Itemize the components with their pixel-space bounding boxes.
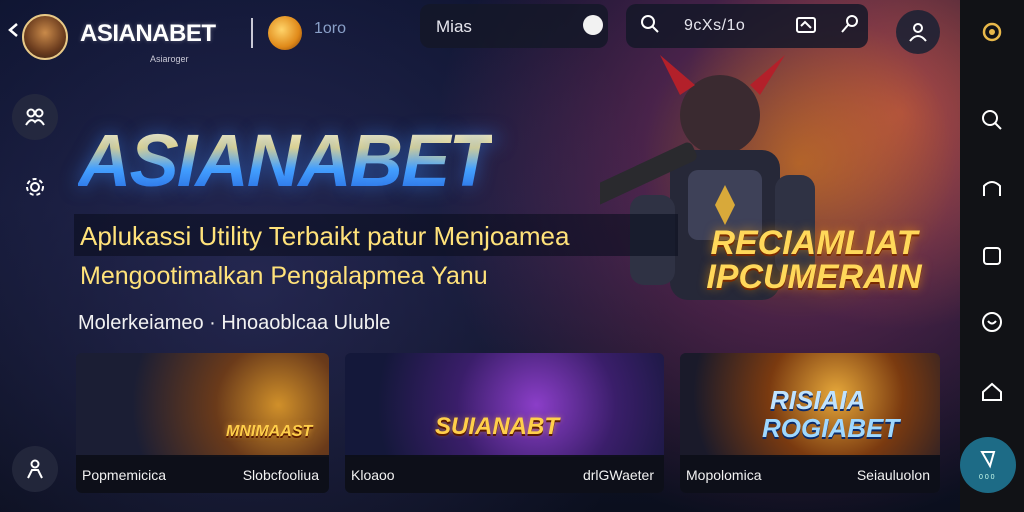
floating-action-button[interactable] (960, 437, 1016, 493)
card-title: Popmemicica (82, 467, 167, 483)
share-icon[interactable] (838, 14, 860, 36)
brand-subtitle: Asiaroger (150, 54, 189, 64)
house-icon[interactable] (980, 380, 1004, 404)
people-icon (25, 108, 45, 126)
promo-badge[interactable]: RECIAMLIAT IPCUMERAIN (686, 226, 942, 294)
coin-value: 1oro (314, 20, 347, 37)
person-icon (27, 459, 43, 479)
card-footer: Mopolomica Seiauluolon (680, 455, 940, 493)
toolbar-pill (626, 4, 868, 48)
promo-line-1: RECIAMLIAT (710, 224, 918, 262)
search-icon[interactable] (980, 108, 1004, 132)
card-footer: Kloaoo drlGWaeter (345, 455, 664, 493)
hero-tagline-1: Aplukassi Utility Terbaikt patur Menjoam… (80, 221, 570, 251)
search-text: Mias (436, 17, 472, 36)
game-card[interactable]: SUIANABT Kloaoo drlGWaeter (345, 353, 664, 493)
user-button[interactable] (896, 10, 940, 54)
card-subtitle: drlGWaeter (582, 467, 654, 483)
card-art (76, 353, 329, 457)
card-footer: Popmemicica Slobcfooliua (76, 455, 329, 493)
card-subtitle: Seiauluolon (856, 467, 930, 483)
clock-icon[interactable] (583, 15, 603, 35)
card-logo: SUIANABT (435, 413, 559, 440)
home-icon[interactable] (980, 20, 1004, 44)
fab-label: 0 0 0 (979, 474, 995, 481)
chat-icon (980, 451, 996, 469)
brand-logo: ASIANABET (80, 20, 216, 47)
square-icon[interactable] (980, 244, 1004, 268)
card-title: Mopolomica (686, 467, 762, 483)
back-icon[interactable] (6, 22, 22, 38)
hero-character-image (600, 55, 815, 300)
card-logo: MNIMAAST (226, 423, 313, 440)
profile-icon[interactable] (980, 176, 1004, 200)
avatar[interactable] (22, 14, 68, 60)
header-divider (251, 18, 253, 48)
heart-icon[interactable] (980, 310, 1004, 334)
search-icon[interactable] (640, 14, 660, 34)
promo-line-2: IPCUMERAIN (706, 258, 922, 296)
right-rail (960, 0, 1024, 512)
toolbar-meta-text: 9cXs/1o (684, 17, 746, 34)
coin-icon (268, 16, 302, 50)
message-icon[interactable] (795, 16, 817, 36)
game-card[interactable]: RISIAIA ROGIABET Mopolomica Seiauluolon (680, 353, 940, 493)
card-art (345, 353, 664, 457)
hero-tagline-2: Mengootimalkan Pengalapmea Yanu (80, 262, 488, 290)
card-title: Kloaoo (351, 467, 395, 483)
gear-icon (26, 178, 44, 196)
left-menu-button[interactable] (12, 94, 58, 140)
card-logo-line-1: RISIAIA (770, 385, 866, 415)
hero-title: ASIANABET (78, 119, 494, 202)
left-settings-button[interactable] (12, 164, 58, 210)
game-card[interactable]: MNIMAAST Popmemicica Slobcfooliua (76, 353, 329, 493)
top-bar: ASIANABET Asiaroger 1oro Mias 9cXs/1o (0, 0, 960, 64)
card-logo-line-2: ROGIABET (762, 413, 900, 443)
user-icon (909, 23, 927, 42)
card-subtitle: Slobcfooliua (242, 467, 319, 483)
left-bottom-button[interactable] (12, 446, 58, 492)
hero-subtext: Molerkeiameo · Hnoaoblcaa Uluble (78, 312, 391, 334)
